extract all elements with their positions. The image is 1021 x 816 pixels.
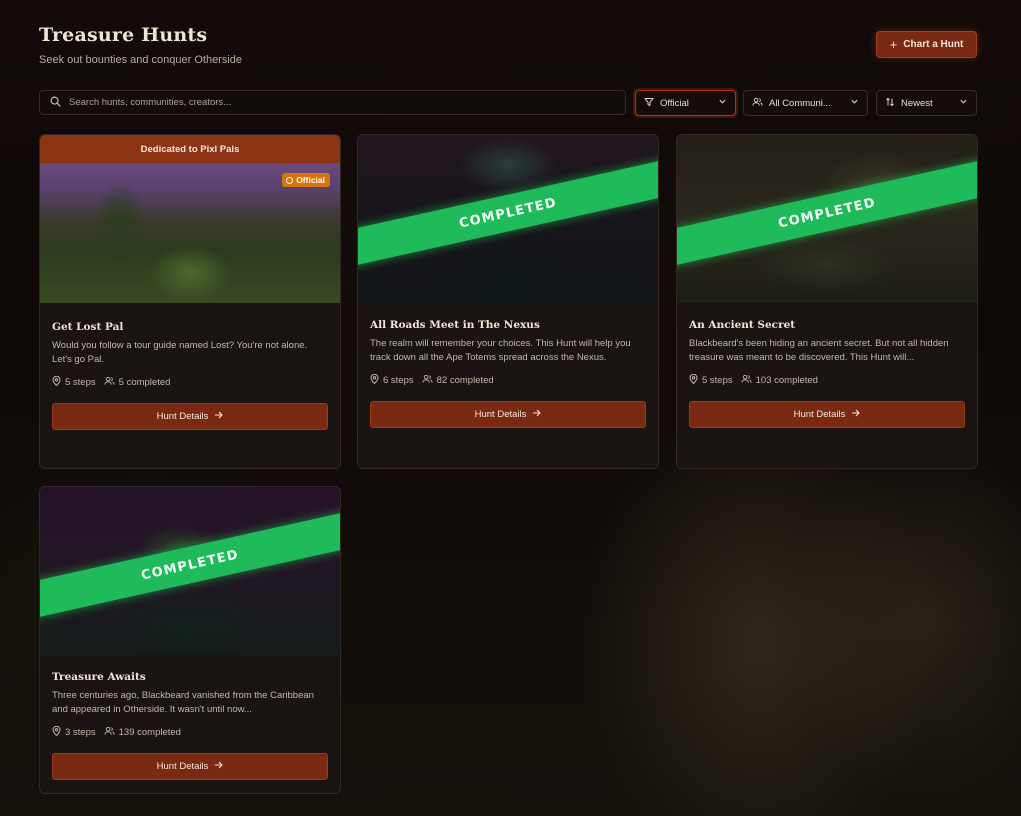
completed-count: 139 completed bbox=[118, 727, 181, 738]
communities-filter-label: All Communi... bbox=[769, 97, 831, 109]
hunt-description: The realm will remember your choices. Th… bbox=[370, 338, 631, 363]
hunt-thumbnail: COMPLETED bbox=[677, 135, 977, 303]
hunt-card[interactable]: COMPLETED Treasure Awaits Three centurie… bbox=[39, 486, 341, 794]
hunt-meta: 3 steps 139 completed bbox=[52, 725, 328, 739]
map-pin-icon bbox=[52, 725, 61, 739]
arrow-right-icon bbox=[214, 411, 224, 422]
completed-count: 82 completed bbox=[436, 375, 494, 386]
hunt-meta: 6 steps 82 completed bbox=[370, 373, 646, 387]
hunt-card[interactable]: Dedicated to Pixl Pals Official Get Lost… bbox=[39, 134, 341, 469]
chart-a-hunt-label: Chart a Hunt bbox=[903, 39, 964, 50]
hunt-details-button[interactable]: Hunt Details bbox=[370, 401, 646, 428]
official-filter-dropdown[interactable]: Official bbox=[635, 90, 736, 116]
page-title: Treasure Hunts bbox=[39, 24, 208, 46]
steps-count: 5 steps bbox=[702, 375, 733, 386]
hunt-details-button[interactable]: Hunt Details bbox=[689, 401, 965, 428]
arrow-right-icon bbox=[532, 409, 542, 420]
chart-a-hunt-button[interactable]: + Chart a Hunt bbox=[876, 31, 977, 58]
hunt-details-label: Hunt Details bbox=[793, 409, 846, 420]
users-icon bbox=[752, 97, 763, 110]
filter-icon bbox=[644, 97, 654, 110]
arrow-right-icon bbox=[214, 761, 224, 772]
users-icon bbox=[422, 374, 433, 387]
treasure-hunts-page: Treasure Hunts Seek out bounties and con… bbox=[0, 0, 1021, 816]
search-icon bbox=[50, 94, 61, 112]
hunt-thumbnail: COMPLETED bbox=[358, 135, 658, 303]
completed-count: 103 completed bbox=[755, 375, 818, 386]
hunt-description: Blackbeard's been hiding an ancient secr… bbox=[689, 338, 949, 363]
hunt-thumbnail: Official bbox=[40, 163, 340, 303]
search-bar[interactable] bbox=[39, 90, 626, 115]
steps-count: 6 steps bbox=[383, 375, 414, 386]
dedication-banner: Dedicated to Pixl Pals bbox=[40, 135, 340, 163]
hunt-card[interactable]: COMPLETED All Roads Meet in The Nexus Th… bbox=[357, 134, 659, 469]
hunt-thumbnail: COMPLETED bbox=[40, 487, 340, 655]
hunt-details-label: Hunt Details bbox=[156, 761, 209, 772]
users-icon bbox=[104, 376, 115, 389]
map-pin-icon bbox=[52, 375, 61, 389]
hunt-title: Treasure Awaits bbox=[52, 671, 146, 683]
arrow-right-icon bbox=[851, 409, 861, 420]
hunt-title: Get Lost Pal bbox=[52, 321, 124, 333]
official-badge-label: Official bbox=[296, 175, 325, 185]
search-input[interactable] bbox=[69, 97, 625, 108]
sort-label: Newest bbox=[901, 97, 933, 109]
map-pin-icon bbox=[370, 373, 379, 387]
chevron-down-icon bbox=[718, 97, 727, 109]
hunt-details-button[interactable]: Hunt Details bbox=[52, 753, 328, 780]
official-filter-label: Official bbox=[660, 97, 689, 109]
hunt-details-label: Hunt Details bbox=[474, 409, 527, 420]
hunt-meta: 5 steps 103 completed bbox=[689, 373, 965, 387]
sort-dropdown[interactable]: Newest bbox=[876, 90, 977, 116]
users-icon bbox=[741, 374, 752, 387]
users-icon bbox=[104, 726, 115, 739]
hunt-card[interactable]: COMPLETED An Ancient Secret Blackbeard's… bbox=[676, 134, 978, 469]
hunt-description: Three centuries ago, Blackbeard vanished… bbox=[52, 690, 314, 715]
hunt-title: An Ancient Secret bbox=[689, 319, 796, 331]
hunt-description: Would you follow a tour guide named Lost… bbox=[52, 340, 308, 365]
steps-count: 3 steps bbox=[65, 727, 96, 738]
official-badge-icon bbox=[286, 176, 294, 184]
chevron-down-icon bbox=[850, 97, 859, 109]
hunt-meta: 5 steps 5 completed bbox=[52, 375, 328, 389]
sort-arrows-icon bbox=[885, 97, 895, 110]
hunt-details-button[interactable]: Hunt Details bbox=[52, 403, 328, 430]
plus-icon: + bbox=[889, 37, 898, 52]
official-badge: Official bbox=[282, 173, 330, 187]
page-subtitle: Seek out bounties and conquer Otherside bbox=[39, 54, 243, 66]
steps-count: 5 steps bbox=[65, 377, 96, 388]
chevron-down-icon bbox=[959, 97, 968, 109]
map-pin-icon bbox=[689, 373, 698, 387]
hunt-title: All Roads Meet in The Nexus bbox=[370, 319, 540, 331]
communities-filter-dropdown[interactable]: All Communi... bbox=[743, 90, 868, 116]
page-header: Treasure Hunts Seek out bounties and con… bbox=[39, 24, 242, 66]
completed-count: 5 completed bbox=[118, 377, 171, 388]
hunt-details-label: Hunt Details bbox=[156, 411, 209, 422]
